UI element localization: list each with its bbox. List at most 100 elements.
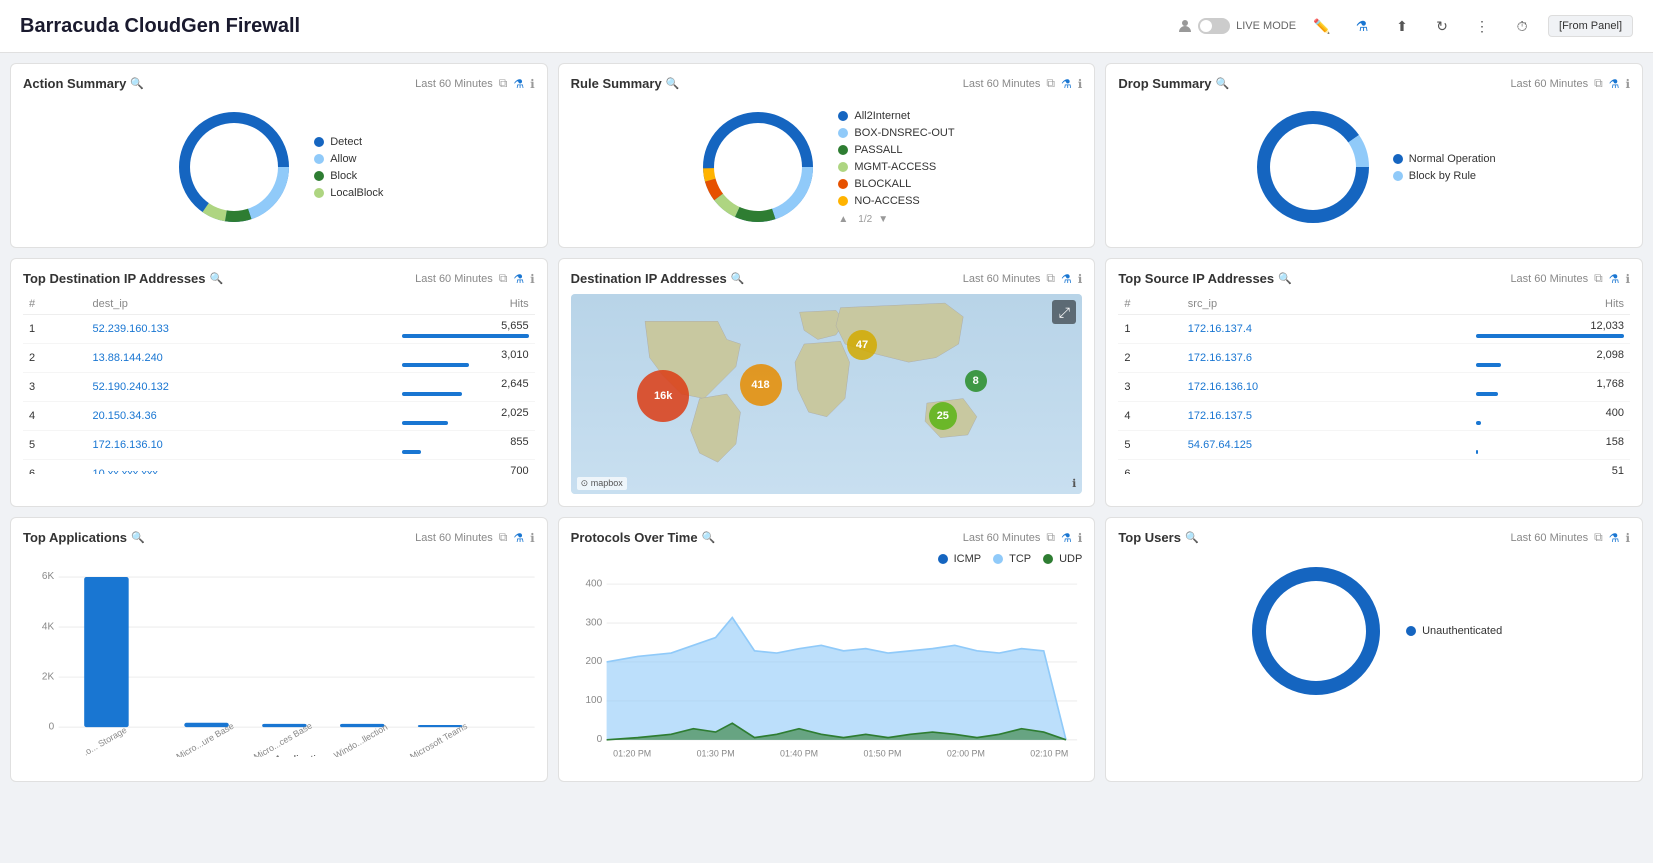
top-dest-ip-copy-icon[interactable]: ⧉: [499, 271, 508, 286]
drop-summary-title: Drop Summary 🔍: [1118, 76, 1229, 91]
svg-text:100: 100: [585, 695, 602, 706]
dest-ip-address-6[interactable]: 10.xx.xxx.xxx: [86, 460, 396, 475]
top-applications-info-icon[interactable]: ℹ: [530, 531, 535, 545]
top-source-ip-header: Top Source IP Addresses 🔍 Last 60 Minute…: [1118, 271, 1630, 286]
dest-ip-map-actions: Last 60 Minutes ⧉ ⚗ ℹ: [963, 271, 1083, 286]
top-users-filter-icon[interactable]: ⚗: [1609, 531, 1620, 545]
live-mode-switch[interactable]: [1198, 18, 1230, 34]
drop-summary-legend: Normal Operation Block by Rule: [1393, 153, 1496, 182]
dest-ip-address-5[interactable]: 172.16.136.10: [86, 431, 396, 460]
svg-text:4K: 4K: [42, 621, 55, 632]
top-users-info-icon[interactable]: ℹ: [1625, 531, 1630, 545]
drop-summary-filter-icon[interactable]: ⚗: [1609, 77, 1620, 91]
refresh-icon[interactable]: ↻: [1428, 12, 1456, 40]
top-source-ip-info-icon[interactable]: ℹ: [1625, 272, 1630, 286]
more-icon[interactable]: ⋮: [1468, 12, 1496, 40]
map-info-icon[interactable]: ℹ: [1072, 477, 1076, 490]
top-dest-ip-header: Top Destination IP Addresses 🔍 Last 60 M…: [23, 271, 535, 286]
protocols-title: Protocols Over Time 🔍: [571, 530, 716, 545]
dest-ip-map-info-icon[interactable]: ℹ: [1078, 272, 1083, 286]
top-source-ip-search-icon[interactable]: 🔍: [1278, 272, 1292, 285]
action-summary-donut: [174, 107, 294, 227]
action-summary-copy-icon[interactable]: ⧉: [499, 76, 508, 91]
src-ip-address-1[interactable]: 172.16.137.4: [1182, 315, 1470, 344]
top-dest-ip-filter-icon[interactable]: ⚗: [513, 272, 524, 286]
dest-ip-map-header: Destination IP Addresses 🔍 Last 60 Minut…: [571, 271, 1083, 286]
map-bubble-418[interactable]: 418: [740, 364, 782, 406]
top-source-ip-copy-icon[interactable]: ⧉: [1594, 271, 1603, 286]
top-dest-ip-info-icon[interactable]: ℹ: [530, 272, 535, 286]
top-applications-title: Top Applications 🔍: [23, 530, 145, 545]
src-ip-address-3[interactable]: 172.16.136.10: [1182, 373, 1470, 402]
top-users-title: Top Users 🔍: [1118, 530, 1198, 545]
map-bubble-8[interactable]: 8: [965, 370, 987, 392]
src-ip-address-4[interactable]: 172.16.137.5: [1182, 402, 1470, 431]
source-ip-row-1: 1 172.16.137.4 12,033: [1118, 315, 1630, 344]
source-ip-row-2: 2 172.16.137.6 2,098: [1118, 344, 1630, 373]
src-col-hits: Hits: [1470, 294, 1630, 315]
dest-ip-map-copy-icon[interactable]: ⧉: [1046, 271, 1055, 286]
action-summary-info-icon[interactable]: ℹ: [530, 77, 535, 91]
dest-ip-map-search-icon[interactable]: 🔍: [731, 272, 745, 285]
top-users-search-icon[interactable]: 🔍: [1185, 531, 1199, 544]
drop-summary-copy-icon[interactable]: ⧉: [1594, 76, 1603, 91]
app-title: Barracuda CloudGen Firewall: [20, 15, 300, 38]
live-mode-toggle[interactable]: LIVE MODE: [1178, 18, 1296, 34]
edit-icon[interactable]: ✏️: [1308, 12, 1336, 40]
dest-ip-address-2[interactable]: 13.88.144.240: [86, 344, 396, 373]
protocols-filter-icon[interactable]: ⚗: [1061, 531, 1072, 545]
time-icon[interactable]: ⏱: [1508, 12, 1536, 40]
action-summary-search-icon[interactable]: 🔍: [130, 77, 144, 90]
rule-summary-filter-icon[interactable]: ⚗: [1061, 77, 1072, 91]
map-bubble-16k[interactable]: 16k: [637, 370, 689, 422]
action-summary-legend: Detect Allow Block LocalBlock: [314, 136, 383, 199]
map-bubble-47[interactable]: 47: [847, 330, 877, 360]
rule-summary-info-icon[interactable]: ℹ: [1078, 77, 1083, 91]
src-ip-hits-2: 2,098: [1470, 344, 1630, 373]
protocols-header: Protocols Over Time 🔍 Last 60 Minutes ⧉ …: [571, 530, 1083, 545]
dest-ip-map-filter-icon[interactable]: ⚗: [1061, 272, 1072, 286]
top-dest-ip-table-container: # dest_ip Hits 1 52.239.160.133 5,655 2 …: [23, 294, 535, 474]
src-ip-hits-4: 400: [1470, 402, 1630, 431]
protocols-info-icon[interactable]: ℹ: [1078, 531, 1083, 545]
src-ip-address-6[interactable]: ...: [1182, 460, 1470, 475]
drop-summary-search-icon[interactable]: 🔍: [1216, 77, 1230, 90]
top-source-ip-filter-icon[interactable]: ⚗: [1609, 272, 1620, 286]
bar-storage[interactable]: [84, 577, 128, 727]
protocols-search-icon[interactable]: 🔍: [702, 531, 716, 544]
top-users-header: Top Users 🔍 Last 60 Minutes ⧉ ⚗ ℹ: [1118, 530, 1630, 545]
top-users-copy-icon[interactable]: ⧉: [1594, 530, 1603, 545]
src-ip-address-5[interactable]: 54.67.64.125: [1182, 431, 1470, 460]
filter-icon[interactable]: ⚗: [1348, 12, 1376, 40]
map-expand-icon[interactable]: ⤢: [1052, 300, 1076, 324]
top-dest-ip-search-icon[interactable]: 🔍: [210, 272, 224, 285]
src-ip-address-2[interactable]: 172.16.137.6: [1182, 344, 1470, 373]
protocols-copy-icon[interactable]: ⧉: [1046, 530, 1055, 545]
source-ip-row-6: 6 ... 51: [1118, 460, 1630, 475]
svg-text:400: 400: [585, 578, 602, 589]
src-ip-rank-2: 2: [1118, 344, 1181, 373]
rule-summary-search-icon[interactable]: 🔍: [666, 77, 680, 90]
top-bar-actions: LIVE MODE ✏️ ⚗ ⬆ ↻ ⋮ ⏱ [From Panel]: [1178, 12, 1633, 40]
dest-ip-row-1: 1 52.239.160.133 5,655: [23, 315, 535, 344]
top-applications-search-icon[interactable]: 🔍: [131, 531, 145, 544]
action-summary-filter-icon[interactable]: ⚗: [513, 77, 524, 91]
dest-ip-address-1[interactable]: 52.239.160.133: [86, 315, 396, 344]
from-panel-button[interactable]: [From Panel]: [1548, 15, 1633, 37]
drop-summary-donut: [1253, 107, 1373, 227]
dest-ip-address-4[interactable]: 20.150.34.36: [86, 402, 396, 431]
dest-ip-rank-5: 5: [23, 431, 86, 460]
dest-ip-rank-2: 2: [23, 344, 86, 373]
drop-summary-info-icon[interactable]: ℹ: [1625, 77, 1630, 91]
share-icon[interactable]: ⬆: [1388, 12, 1416, 40]
svg-text:.o... Storage: .o... Storage: [81, 725, 128, 757]
top-users-chart: Unauthenticated: [1118, 553, 1630, 709]
top-applications-copy-icon[interactable]: ⧉: [499, 530, 508, 545]
map-bubble-25[interactable]: 25: [929, 402, 957, 430]
dest-ip-address-3[interactable]: 52.190.240.132: [86, 373, 396, 402]
tcp-area: [606, 617, 1065, 739]
top-applications-filter-icon[interactable]: ⚗: [513, 531, 524, 545]
rule-summary-copy-icon[interactable]: ⧉: [1046, 76, 1055, 91]
svg-text:2K: 2K: [42, 671, 55, 682]
dest-ip-rank-1: 1: [23, 315, 86, 344]
